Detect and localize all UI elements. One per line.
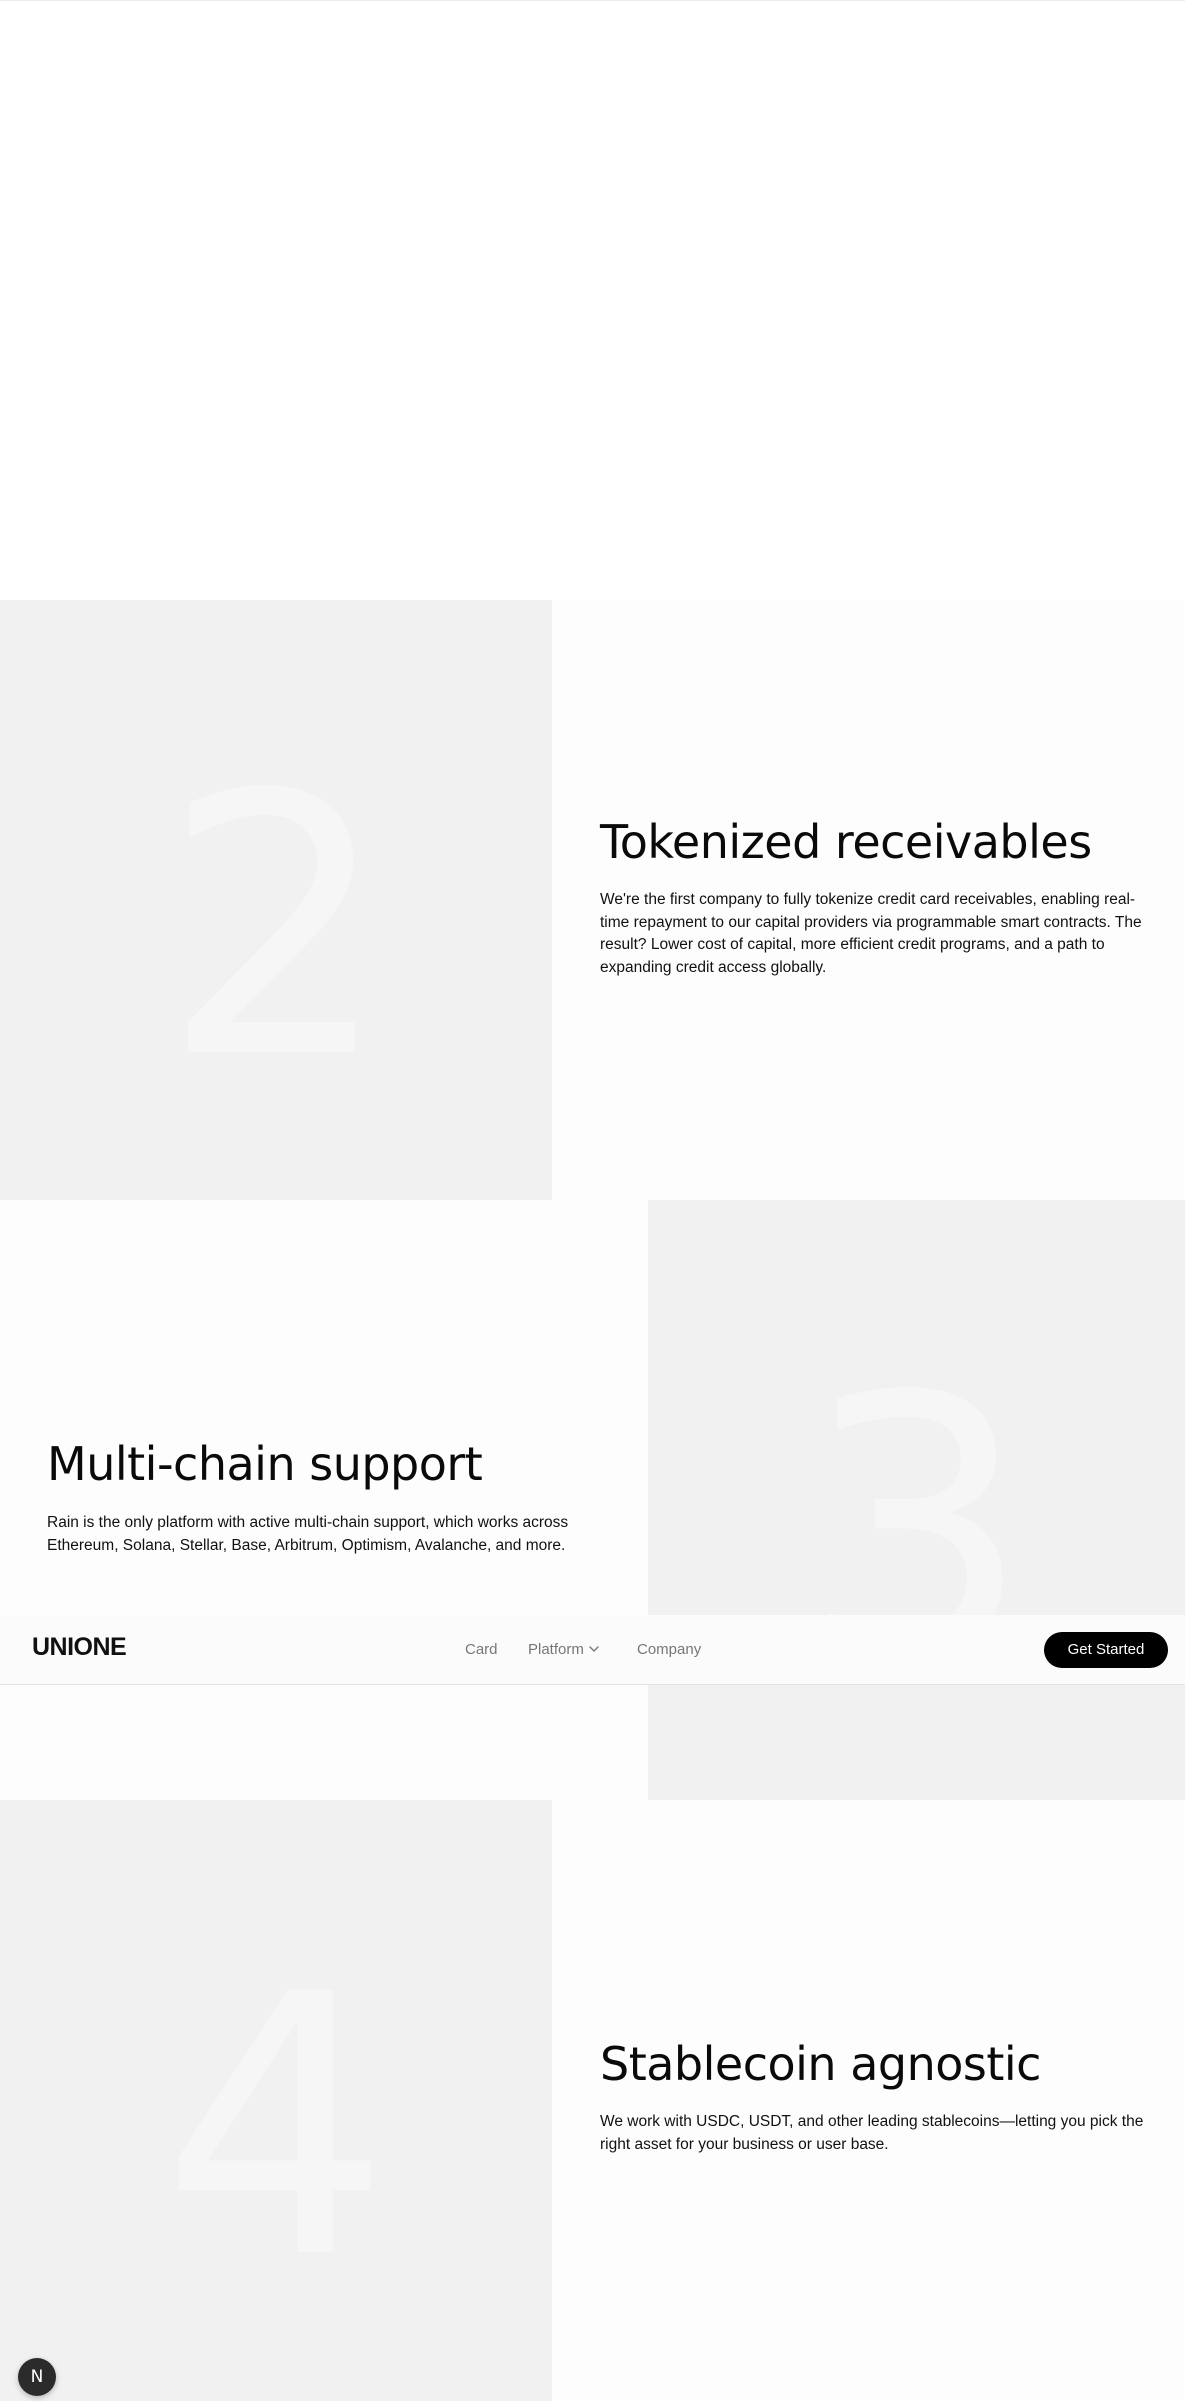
feature-stablecoin-agnostic: 4 Stablecoin agnostic We work with USDC,… (0, 1800, 1185, 2401)
feature-number: 2 (161, 718, 391, 1137)
feature-number: 4 (161, 1918, 391, 2337)
feature-number-panel: 2 (0, 600, 552, 1200)
feature-tokenized-receivables: 2 Tokenized receivables We're the first … (0, 600, 1185, 1200)
site-header: UNIONE Card Platform Company Get Started (0, 1615, 1185, 1685)
feature-number-panel: 4 (0, 1800, 552, 2401)
feature-title: Tokenized receivables (600, 815, 1092, 869)
feature-text-panel: Tokenized receivables We're the first co… (552, 600, 1185, 1200)
get-started-button[interactable]: Get Started (1044, 1632, 1168, 1668)
feature-description: We work with USDC, USDT, and other leadi… (600, 2113, 1144, 2153)
feature-description: We're the first company to fully tokeniz… (600, 891, 1142, 976)
brand-logo[interactable]: UNIONE (32, 1633, 127, 1662)
chevron-down-icon (589, 1646, 599, 1652)
nav-link-company[interactable]: Company (637, 1641, 701, 1658)
nav-link-card[interactable]: Card (465, 1641, 498, 1658)
feature-multi-chain-support: Multi-chain support Rain is the only pla… (0, 1200, 1185, 1800)
nav-dropdown-platform[interactable]: Platform (528, 1641, 600, 1658)
feature-title: Multi-chain support (47, 1437, 483, 1491)
nextjs-icon[interactable]: N (18, 2358, 56, 2396)
feature-text-panel: Multi-chain support Rain is the only pla… (0, 1200, 648, 1800)
top-divider (0, 0, 1185, 1)
nav-link-platform-label: Platform (528, 1641, 584, 1658)
feature-number-panel: 3 (648, 1200, 1185, 1800)
feature-text-panel: Stablecoin agnostic We work with USDC, U… (552, 1800, 1185, 2401)
feature-description: Rain is the only platform with active mu… (47, 1514, 569, 1554)
feature-title: Stablecoin agnostic (600, 2037, 1041, 2091)
